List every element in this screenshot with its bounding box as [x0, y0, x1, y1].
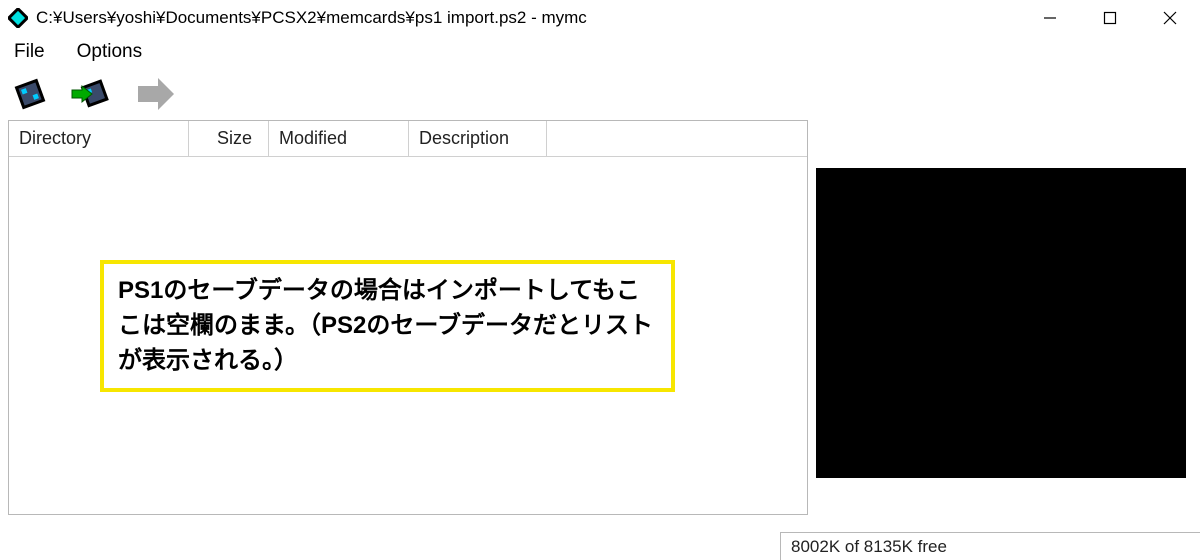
menu-file[interactable]: File	[8, 39, 51, 65]
column-header-modified[interactable]: Modified	[269, 121, 409, 156]
open-card-button[interactable]	[8, 72, 52, 116]
column-header-spacer	[547, 121, 807, 156]
import-save-button[interactable]	[70, 72, 114, 116]
export-save-button[interactable]	[132, 72, 176, 116]
table-header-row: Directory Size Modified Description	[9, 121, 807, 157]
column-header-directory[interactable]: Directory	[9, 121, 189, 156]
status-bar: 8002K of 8135K free	[780, 532, 1200, 560]
maximize-button[interactable]	[1080, 0, 1140, 36]
annotation-callout: PS1のセーブデータの場合はインポートしてもここは空欄のまま。（PS2のセーブデ…	[100, 260, 675, 392]
toolbar	[0, 68, 1200, 120]
column-header-size[interactable]: Size	[189, 121, 269, 156]
close-button[interactable]	[1140, 0, 1200, 36]
menubar: File Options	[0, 36, 1200, 68]
status-free-space: 8002K of 8135K free	[791, 537, 947, 557]
app-icon	[8, 8, 28, 28]
minimize-button[interactable]	[1020, 0, 1080, 36]
window-title: C:¥Users¥yoshi¥Documents¥PCSX2¥memcards¥…	[36, 8, 1020, 28]
column-header-description[interactable]: Description	[409, 121, 547, 156]
menu-options[interactable]: Options	[71, 39, 148, 65]
window-controls	[1020, 0, 1200, 36]
annotation-text: PS1のセーブデータの場合はインポートしてもここは空欄のまま。（PS2のセーブデ…	[118, 277, 653, 374]
titlebar: C:¥Users¥yoshi¥Documents¥PCSX2¥memcards¥…	[0, 0, 1200, 36]
icon-preview-panel	[816, 168, 1186, 478]
